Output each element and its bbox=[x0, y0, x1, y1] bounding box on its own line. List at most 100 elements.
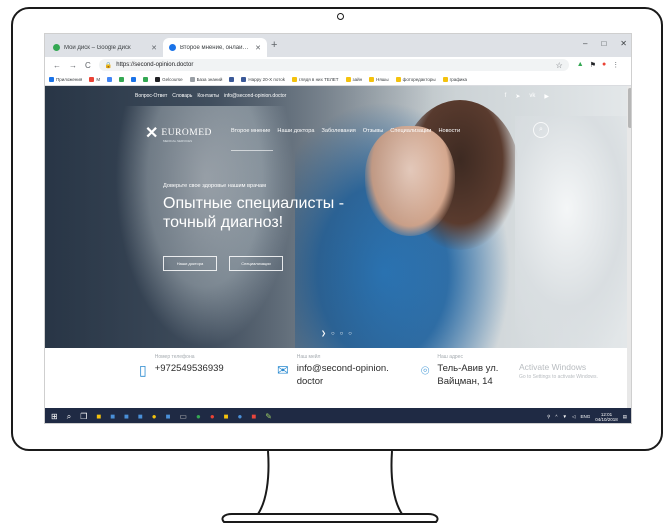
bookmark-item[interactable]: фоторедакторы bbox=[395, 76, 436, 82]
app-icon[interactable]: ■ bbox=[251, 412, 256, 422]
app-icon[interactable]: ▭ bbox=[179, 412, 187, 422]
nav-second-opinion[interactable]: Второе мнение bbox=[231, 128, 270, 134]
tab-google-drive[interactable]: Мой диск – Google Диск ✕ bbox=[47, 38, 163, 57]
link-email[interactable]: info@second-opinion.doctor bbox=[224, 93, 286, 99]
close-icon[interactable]: ✕ bbox=[151, 44, 157, 52]
bookmark-item[interactable]: M bbox=[89, 76, 100, 82]
app-icon[interactable]: ■ bbox=[166, 412, 171, 422]
search-icon[interactable]: ⌕ bbox=[67, 412, 71, 422]
app-icon[interactable]: ● bbox=[238, 412, 243, 422]
youtube-icon[interactable]: ▶ bbox=[544, 93, 549, 100]
volume-icon[interactable]: ◁ bbox=[572, 414, 575, 420]
contact-value[interactable]: +972549536939 bbox=[155, 362, 224, 375]
store-icon[interactable]: ■ bbox=[96, 412, 101, 422]
bookmark-star-icon[interactable]: ☆ bbox=[556, 61, 563, 70]
new-tab-button[interactable]: + bbox=[271, 39, 277, 51]
euromed-logo[interactable]: ✕ EUROMED MEDICAL SERVICES bbox=[145, 123, 212, 143]
bookmark-item[interactable]: графика bbox=[442, 76, 467, 82]
url-input[interactable]: 🔒 https://second-opinion.doctor ☆ bbox=[98, 59, 569, 71]
bookmark-label: глядя в них ТЕЛЕТ bbox=[299, 76, 339, 82]
tab-title: Второе мнение, онлайн консул bbox=[180, 44, 251, 51]
page-scrollbar[interactable] bbox=[627, 86, 631, 408]
close-icon[interactable]: ✕ bbox=[255, 44, 261, 52]
back-icon[interactable]: ← bbox=[53, 61, 61, 70]
chrome-icon[interactable]: ● bbox=[152, 412, 157, 422]
bookmark-item[interactable]: зайн bbox=[345, 76, 362, 82]
search-icon[interactable]: ⌕ bbox=[533, 122, 549, 138]
nav-diseases[interactable]: Заболевания bbox=[321, 128, 355, 134]
activate-title: Activate Windows bbox=[519, 362, 587, 372]
app-icon[interactable]: ✎ bbox=[265, 412, 272, 422]
bookmark-item[interactable]: Gelcourse bbox=[155, 76, 183, 82]
network-icon[interactable]: ▼ bbox=[563, 414, 567, 419]
bookmark-icon bbox=[49, 76, 54, 82]
bookmark-item[interactable] bbox=[229, 76, 235, 82]
bookmark-icon bbox=[131, 76, 137, 82]
bookmark-label: Приложения bbox=[56, 76, 83, 82]
app-icon[interactable]: ● bbox=[210, 412, 215, 422]
nav-news[interactable]: Новости bbox=[438, 128, 460, 134]
bookmark-item[interactable]: глядя в них ТЕЛЕТ bbox=[292, 76, 339, 82]
app-icon[interactable]: ■ bbox=[138, 412, 143, 422]
profile-avatar[interactable]: ● bbox=[602, 61, 606, 69]
bookmark-icon bbox=[241, 76, 247, 82]
telegram-icon[interactable]: ➤ bbox=[515, 93, 520, 100]
reload-icon[interactable]: C bbox=[85, 61, 91, 70]
folder-icon[interactable]: ■ bbox=[224, 412, 229, 422]
tab-second-opinion[interactable]: Второе мнение, онлайн консул ✕ bbox=[163, 38, 267, 57]
bookmark-item[interactable]: База знаний bbox=[189, 76, 222, 82]
language-indicator[interactable]: ENG bbox=[580, 414, 590, 419]
slider-next-icon[interactable]: ❯ bbox=[321, 330, 326, 337]
mail-icon: ✉ bbox=[277, 362, 289, 378]
nav-our-doctors[interactable]: Наши доктора bbox=[277, 128, 314, 134]
slider-dot[interactable]: ○ bbox=[340, 331, 344, 337]
people-icon[interactable]: ⚲ bbox=[547, 414, 550, 420]
forward-icon[interactable]: → bbox=[69, 61, 77, 70]
notifications-icon[interactable]: ▤ bbox=[623, 414, 627, 420]
our-doctors-button[interactable]: Наши доктора bbox=[163, 256, 217, 271]
contact-value[interactable]: info@second-opinion. doctor bbox=[297, 362, 397, 388]
minimize-button[interactable]: – bbox=[583, 39, 587, 48]
scrollbar-thumb[interactable] bbox=[628, 88, 631, 128]
link-contacts[interactable]: Контакты bbox=[197, 93, 219, 99]
word-icon[interactable]: ■ bbox=[110, 412, 115, 422]
link-faq[interactable]: Вопрос-Ответ bbox=[135, 93, 167, 99]
clock[interactable]: 12:01 04/10/2018 bbox=[595, 412, 618, 422]
task-view-icon[interactable]: ❐ bbox=[80, 412, 87, 422]
bookmark-item[interactable] bbox=[143, 76, 149, 82]
link-dictionary[interactable]: Словарь bbox=[172, 93, 192, 99]
specializations-button[interactable]: Специализации bbox=[229, 256, 283, 271]
close-window-button[interactable]: ✕ bbox=[620, 39, 627, 48]
vk-icon[interactable]: vk bbox=[529, 93, 535, 100]
extension-icon[interactable]: ▲ bbox=[577, 61, 584, 69]
facebook-icon[interactable]: f bbox=[505, 93, 507, 100]
bookmark-item[interactable] bbox=[107, 76, 113, 82]
bookmark-item[interactable] bbox=[119, 76, 125, 82]
window-controls: – □ ✕ bbox=[583, 39, 627, 48]
app-icon[interactable]: ● bbox=[196, 412, 201, 422]
nav-specializations[interactable]: Специализации bbox=[390, 128, 431, 134]
nav-reviews[interactable]: Отзывы bbox=[363, 128, 384, 134]
tab-title: Мой диск – Google Диск bbox=[64, 44, 131, 51]
tray-chevron-icon[interactable]: ^ bbox=[555, 414, 557, 419]
slider-dot[interactable]: ○ bbox=[348, 331, 352, 337]
bookmark-item[interactable]: Нappy 20-X потоk bbox=[241, 76, 285, 82]
bookmark-icon bbox=[442, 76, 448, 82]
contact-phone: ▯ Номер телефона +972549536939 bbox=[139, 354, 224, 379]
clock-date: 04/10/2018 bbox=[595, 416, 618, 422]
maximize-button[interactable]: □ bbox=[601, 39, 606, 48]
lock-icon: 🔒 bbox=[104, 62, 113, 69]
logo-name: EUROMED bbox=[161, 128, 212, 138]
bookmark-item[interactable] bbox=[131, 76, 137, 82]
windows-start-icon[interactable]: ⊞ bbox=[51, 412, 58, 422]
system-tray: ⚲ ^ ▼ ◁ ENG 12:01 04/10/2018 ▤ bbox=[547, 412, 627, 422]
webcam-dot bbox=[337, 13, 344, 20]
bookmark-item[interactable]: Няшы bbox=[369, 76, 389, 82]
bookmark-item[interactable]: Приложения bbox=[49, 76, 83, 82]
site-favicon-icon bbox=[169, 44, 176, 51]
menu-icon[interactable]: ⋮ bbox=[612, 61, 619, 69]
slider-dot[interactable]: ○ bbox=[331, 331, 335, 337]
app-icon[interactable]: ■ bbox=[124, 412, 129, 422]
extension-icon[interactable]: ⚑ bbox=[590, 61, 596, 69]
bookmark-icon bbox=[395, 76, 401, 82]
